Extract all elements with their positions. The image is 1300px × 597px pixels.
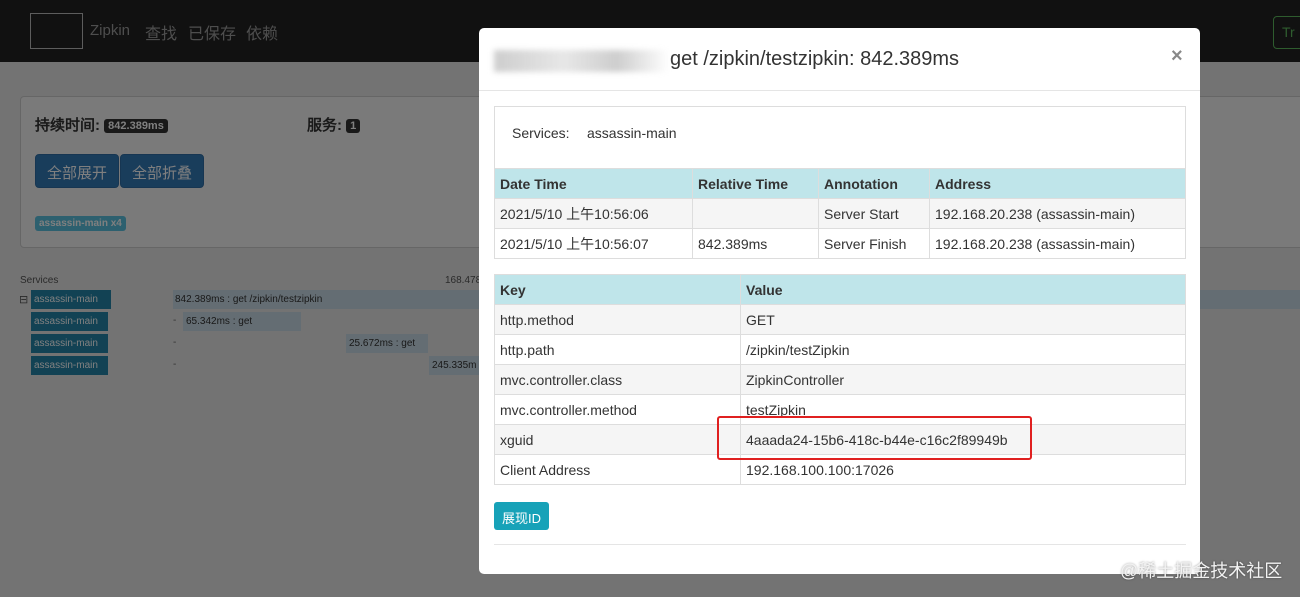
annotations-table: Date Time Relative Time Annotation Addre… [494, 168, 1186, 259]
show-id-button[interactable]: 展现ID [494, 502, 550, 530]
redacted-title-blur [494, 50, 669, 72]
table-cell: Server Start [818, 198, 930, 229]
table-cell: 192.168.20.238 (assassin-main) [929, 228, 1186, 259]
tag-value: /zipkin/testZipkin [740, 334, 1186, 365]
table-header: Date Time [494, 168, 693, 199]
modal-footer-divider [494, 544, 1186, 545]
tag-key: mvc.controller.class [494, 364, 741, 395]
tag-key: Client Address [494, 454, 741, 485]
tag-value: GET [740, 304, 1186, 335]
tag-key: mvc.controller.method [494, 394, 741, 425]
table-cell: 2021/5/10 上午10:56:07 [494, 228, 693, 259]
table-header: Key [494, 274, 741, 305]
services-box-label: Services: [512, 125, 570, 141]
table-cell: Server Finish [818, 228, 930, 259]
table-row: 2021/5/10 上午10:56:06 Server Start 192.16… [494, 198, 1186, 229]
table-header: Address [929, 168, 1186, 199]
highlight-annotation-box [717, 416, 1032, 460]
table-row: mvc.controller.class ZipkinController [494, 364, 1186, 395]
tag-value: ZipkinController [740, 364, 1186, 395]
tag-key: http.method [494, 304, 741, 335]
watermark-text: @稀土掘金技术社区 [1120, 561, 1283, 581]
modal-header-divider [479, 90, 1200, 91]
tag-key: http.path [494, 334, 741, 365]
services-box-value: assassin-main [587, 125, 677, 141]
table-cell: 2021/5/10 上午10:56:06 [494, 198, 693, 229]
table-cell [692, 198, 819, 229]
close-icon[interactable]: × [1171, 45, 1183, 68]
table-header: Value [740, 274, 1186, 305]
table-cell: 842.389ms [692, 228, 819, 259]
table-row: 2021/5/10 上午10:56:07 842.389ms Server Fi… [494, 228, 1186, 259]
table-header: Relative Time [692, 168, 819, 199]
modal-title: get /zipkin/testzipkin: 842.389ms [670, 48, 960, 70]
table-row: http.path /zipkin/testZipkin [494, 334, 1186, 365]
table-header: Annotation [818, 168, 930, 199]
table-cell: 192.168.20.238 (assassin-main) [929, 198, 1186, 229]
table-row: http.method GET [494, 304, 1186, 335]
tag-key: xguid [494, 424, 741, 455]
